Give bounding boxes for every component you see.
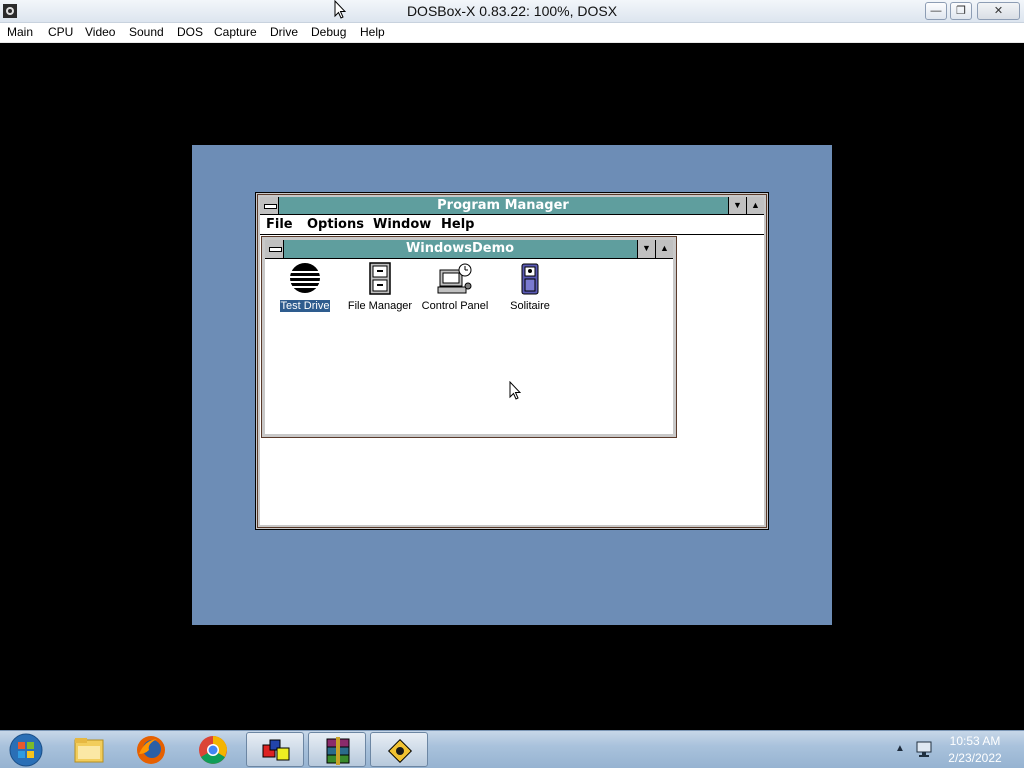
program-manager-title: Program Manager [437, 198, 569, 213]
program-icon-control-panel[interactable]: Control Panel [415, 262, 495, 314]
close-icon: ✕ [993, 5, 1004, 17]
restore-button[interactable]: ❐ [950, 2, 972, 20]
menu-video[interactable]: Video [85, 25, 115, 39]
program-icon-solitaire[interactable]: Solitaire [490, 262, 570, 314]
minimize-icon: — [930, 5, 942, 17]
test-drive-icon [290, 263, 320, 293]
taskbar-explorer[interactable] [60, 732, 118, 767]
icon-label: Solitaire [510, 300, 550, 312]
mouse-cursor-icon [334, 0, 346, 19]
folder-icon [74, 738, 104, 763]
minimize-button[interactable]: — [925, 2, 947, 20]
colored-windows-icon [262, 739, 290, 761]
taskbar-winrar[interactable] [308, 732, 366, 767]
windowsdemo-group-window[interactable]: WindowsDemo ▼ ▲ Test Drive File Manager … [261, 236, 677, 438]
mouse-cursor-icon [509, 381, 521, 400]
program-manager-title-bar[interactable]: Program Manager ▼ ▲ [260, 197, 764, 215]
pm-menu-file[interactable]: File [266, 217, 293, 232]
firefox-icon [137, 736, 165, 764]
group-system-menu-icon[interactable] [265, 240, 284, 258]
maximize-arrow-icon[interactable]: ▲ [746, 197, 764, 214]
group-title-bar[interactable]: WindowsDemo ▼ ▲ [265, 240, 673, 259]
restore-icon: ❐ [956, 5, 966, 17]
chrome-icon [199, 736, 227, 764]
menu-main[interactable]: Main [7, 25, 33, 39]
winrar-icon [326, 737, 350, 765]
network-icon[interactable] [915, 740, 933, 758]
group-minimize-arrow-icon[interactable]: ▼ [637, 240, 655, 258]
taskbar-dosbox[interactable] [370, 732, 428, 767]
file-cabinet-icon [369, 262, 391, 295]
icon-label: File Manager [347, 300, 413, 312]
card-deck-icon [521, 263, 539, 295]
window-title: DOSBox-X 0.83.22: 100%, DOSX [406, 3, 618, 19]
menu-cpu[interactable]: CPU [48, 25, 73, 39]
system-menu-icon[interactable] [260, 197, 279, 214]
clock-date[interactable]: 2/23/2022 [940, 751, 1010, 765]
program-manager-menu-bar: File Options Window Help [260, 215, 764, 235]
menu-sound[interactable]: Sound [129, 25, 164, 39]
control-panel-icon [437, 263, 472, 294]
menu-dos[interactable]: DOS [177, 25, 203, 39]
icon-label: Control Panel [421, 300, 489, 312]
menu-capture[interactable]: Capture [214, 25, 257, 39]
emulated-desktop[interactable]: Program Manager ▼ ▲ File Options Window … [192, 145, 832, 625]
show-hidden-icons-icon[interactable]: ▲ [895, 743, 905, 754]
program-manager-window[interactable]: Program Manager ▼ ▲ File Options Window … [255, 192, 769, 530]
clock-time[interactable]: 10:53 AM [940, 734, 1010, 748]
taskbar-firefox[interactable] [122, 732, 180, 767]
taskbar-window-app[interactable] [246, 732, 304, 767]
start-orb-icon[interactable] [6, 732, 46, 768]
close-button[interactable]: ✕ [977, 2, 1020, 20]
host-title-bar[interactable]: DOSBox-X 0.83.22: 100%, DOSX — ❐ ✕ [0, 0, 1024, 23]
pm-menu-window[interactable]: Window [373, 217, 431, 232]
taskbar-chrome[interactable] [184, 732, 242, 767]
pm-menu-options[interactable]: Options [307, 217, 364, 232]
program-icon-file-manager[interactable]: File Manager [340, 262, 420, 314]
minimize-arrow-icon[interactable]: ▼ [728, 197, 746, 214]
group-title: WindowsDemo [405, 241, 515, 256]
group-maximize-arrow-icon[interactable]: ▲ [655, 240, 673, 258]
menu-help[interactable]: Help [360, 25, 385, 39]
taskbar: ▲ 10:53 AM 2/23/2022 [0, 730, 1024, 768]
menu-debug[interactable]: Debug [311, 25, 346, 39]
program-icon-test-drive[interactable]: Test Drive [265, 262, 345, 314]
dosbox-icon [387, 738, 413, 764]
host-menu-bar: Main CPU Video Sound DOS Capture Drive D… [0, 23, 1024, 43]
menu-drive[interactable]: Drive [270, 25, 298, 39]
pm-menu-help[interactable]: Help [441, 217, 474, 232]
icon-label: Test Drive [279, 300, 331, 312]
